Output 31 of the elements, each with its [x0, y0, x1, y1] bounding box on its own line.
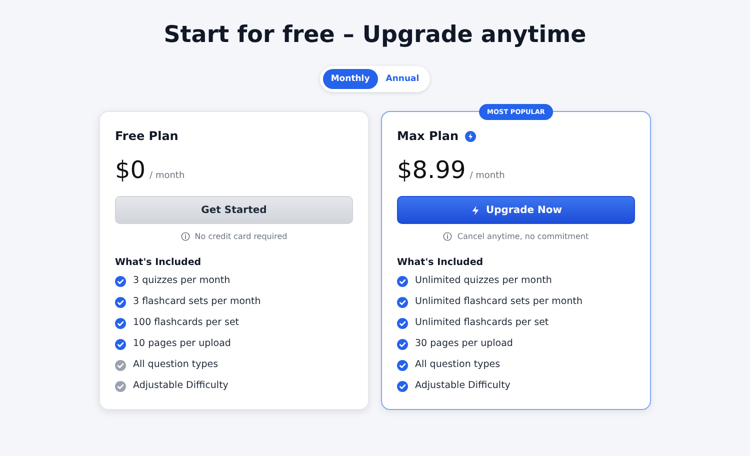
price-period: / month — [150, 171, 185, 181]
page-title: Start for free – Upgrade anytime — [164, 21, 586, 50]
billing-option[interactable]: Annual — [378, 69, 428, 89]
info-icon — [180, 232, 190, 241]
price-period: / month — [470, 171, 505, 181]
feature-text: 30 pages per upload — [415, 337, 513, 351]
plan-note: Cancel anytime, no commitment — [457, 232, 589, 241]
plan-name: Free Plan — [115, 129, 178, 143]
billing-option[interactable]: Monthly — [322, 69, 378, 89]
feature-text: All question types — [133, 358, 218, 372]
upgrade-button[interactable]: Upgrade Now — [397, 196, 635, 224]
feature-text: Unlimited flashcards per set — [415, 316, 549, 330]
plan-price: $0 — [115, 155, 146, 186]
get-started-button[interactable]: Get Started — [115, 196, 353, 224]
bolt-icon — [470, 204, 481, 216]
plan-price: $8.99 — [397, 155, 466, 186]
feature-text: 100 flashcards per set — [133, 316, 240, 330]
feature-text: 3 flashcard sets per month — [133, 295, 261, 309]
features-heading: What's Included — [115, 257, 202, 268]
plan-name: Max Plan — [397, 129, 459, 143]
feature-text: Adjustable Difficulty — [133, 379, 228, 393]
feature-text: Adjustable Difficulty — [415, 379, 510, 393]
feature-text: 3 quizzes per month — [133, 274, 230, 288]
feature-text: Unlimited flashcard sets per month — [415, 295, 582, 309]
info-icon — [443, 232, 452, 241]
feature-text: 10 pages per upload — [133, 337, 231, 351]
feature-text: All question types — [415, 358, 500, 372]
plan-note: No credit card required — [194, 232, 288, 241]
feature-text: Unlimited quizzes per month — [415, 274, 552, 288]
bolt-badge-icon — [464, 130, 476, 142]
features-heading: What's Included — [397, 257, 484, 268]
